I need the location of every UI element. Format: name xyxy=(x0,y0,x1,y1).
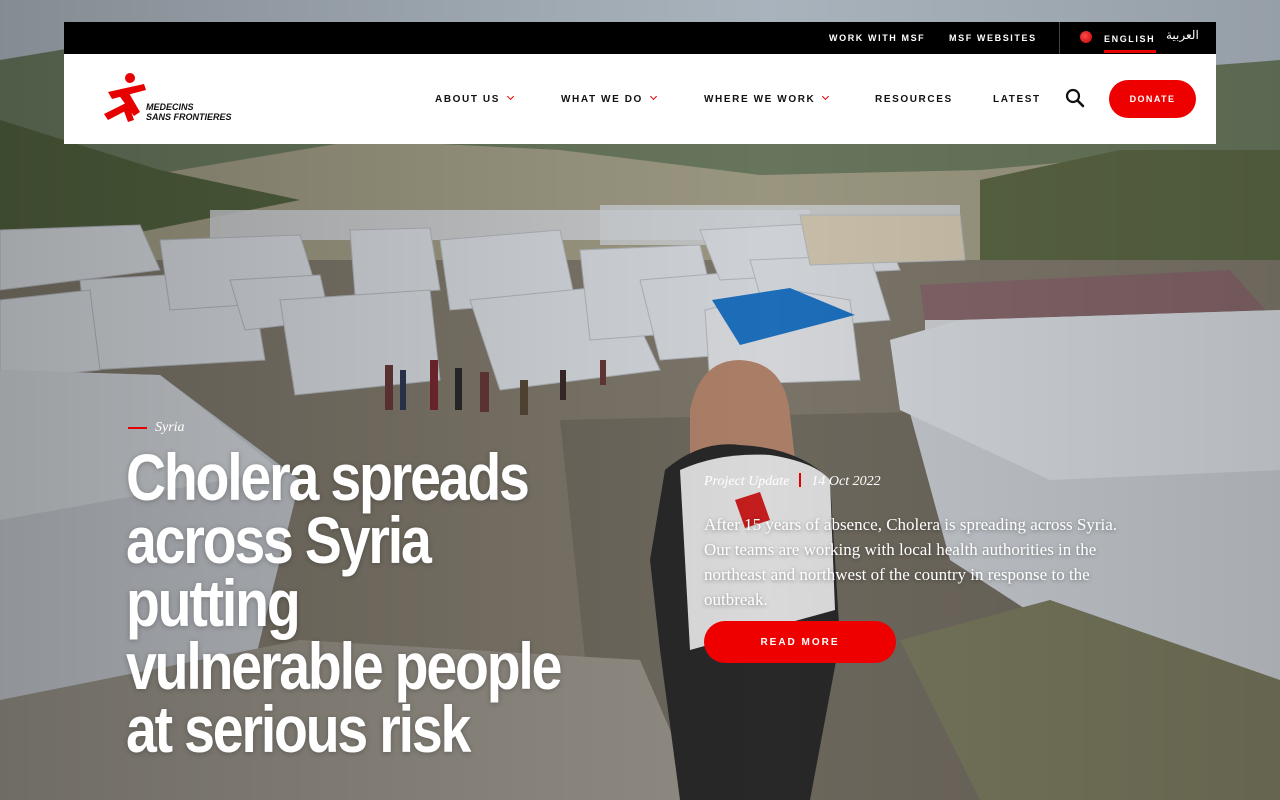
donate-button[interactable]: DONATE xyxy=(1109,80,1196,118)
language-arabic[interactable]: العربية xyxy=(1166,28,1199,42)
globe-icon xyxy=(1080,31,1092,43)
msf-running-man-icon xyxy=(104,73,146,122)
search-button[interactable] xyxy=(1064,87,1086,109)
site-header: WORK WITH MSF MSF WEBSITES ENGLISH العرب… xyxy=(64,22,1216,144)
search-icon xyxy=(1065,88,1085,108)
hero-summary: After 15 years of absence, Cholera is sp… xyxy=(704,515,1118,609)
nav-about-us-label: ABOUT US xyxy=(435,94,501,105)
hero-headline[interactable]: Cholera spreads across Syria putting vul… xyxy=(126,444,563,762)
language-english[interactable]: ENGLISH xyxy=(1104,34,1155,44)
article-meta: Project Update 14 Oct 2022 xyxy=(704,471,881,489)
category-dash xyxy=(128,427,147,429)
chevron-down-icon xyxy=(649,92,657,101)
nav-what-we-do-label: WHAT WE DO xyxy=(561,94,643,105)
utility-bar: WORK WITH MSF MSF WEBSITES ENGLISH العرب… xyxy=(64,22,1216,54)
nav-resources-label: RESOURCES xyxy=(875,94,953,105)
msf-websites-link[interactable]: MSF WEBSITES xyxy=(949,33,1037,43)
meta-separator xyxy=(799,473,802,487)
chevron-down-icon xyxy=(506,92,515,101)
work-with-msf-link[interactable]: WORK WITH MSF xyxy=(829,33,925,43)
nav-what-we-do[interactable]: WHAT WE DO xyxy=(561,92,657,105)
topbar-divider xyxy=(1059,22,1060,54)
read-more-button[interactable]: READ MORE xyxy=(704,621,896,663)
nav-resources[interactable]: RESOURCES xyxy=(875,94,953,105)
article-type: Project Update xyxy=(704,474,790,489)
nav-where-we-work[interactable]: WHERE WE WORK xyxy=(704,92,830,105)
logo-text: MEDECINS SANS FRONTIERES xyxy=(146,102,232,122)
nav-latest-label: LATEST xyxy=(993,94,1041,105)
article-date: 14 Oct 2022 xyxy=(811,474,881,489)
active-language-underline xyxy=(1104,50,1156,53)
main-nav: MEDECINS SANS FRONTIERES ABOUT US WHAT W… xyxy=(64,54,1216,144)
nav-about-us[interactable]: ABOUT US xyxy=(435,92,515,105)
category-link[interactable]: Syria xyxy=(155,420,185,436)
msf-logo[interactable]: MEDECINS SANS FRONTIERES xyxy=(104,72,232,126)
nav-latest[interactable]: LATEST xyxy=(993,94,1041,105)
chevron-down-icon xyxy=(822,92,830,101)
nav-where-we-work-label: WHERE WE WORK xyxy=(704,94,816,105)
